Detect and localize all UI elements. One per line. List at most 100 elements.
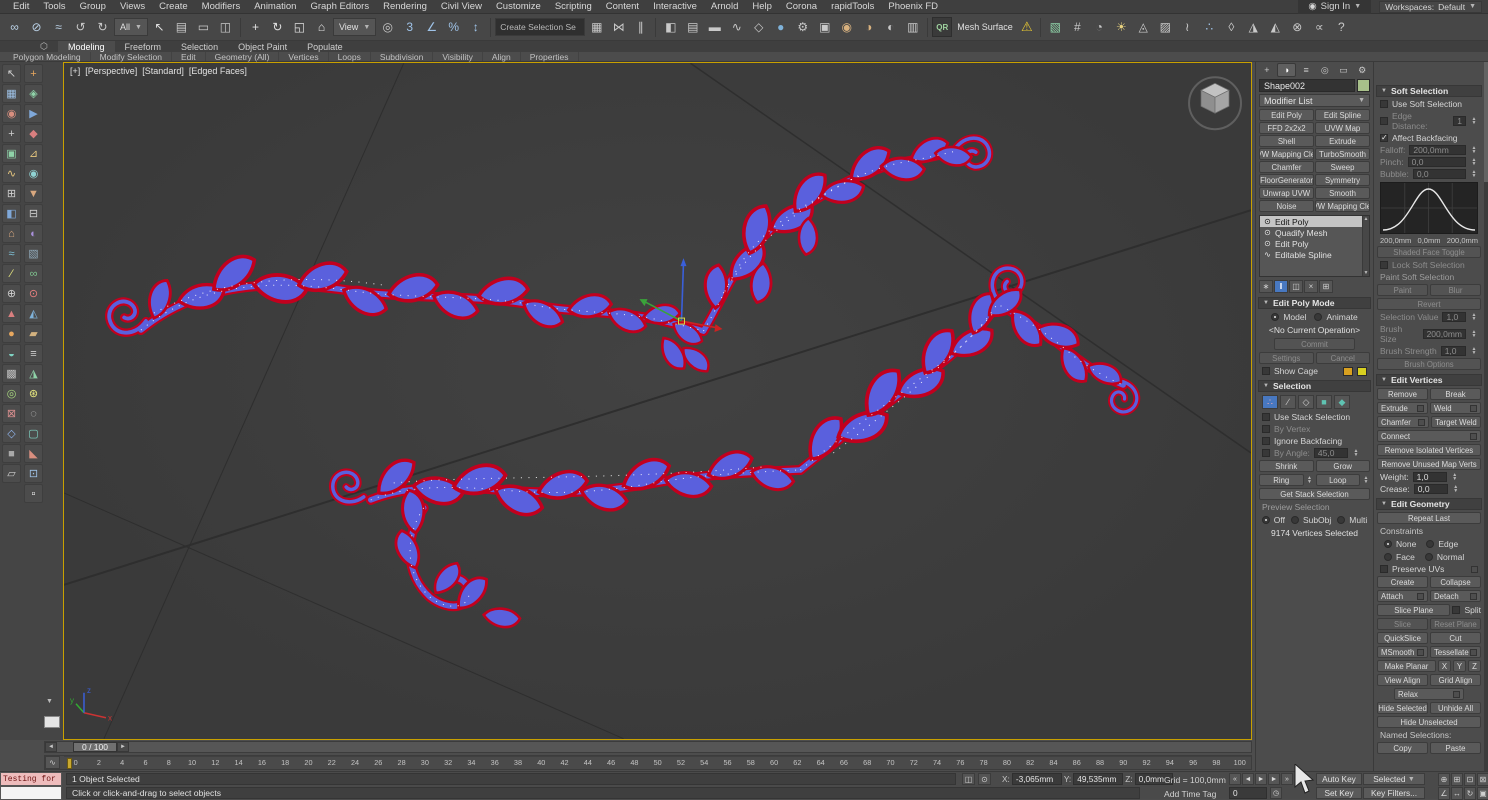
- sign-in-button[interactable]: ◉ Sign In ▼: [1298, 0, 1371, 14]
- hair-fur-icon[interactable]: ≀: [1177, 17, 1198, 38]
- maximize-viewport-icon[interactable]: ▣: [1477, 787, 1488, 800]
- blur-button[interactable]: Blur: [1430, 284, 1481, 296]
- cat-rig-icon[interactable]: ◮: [1243, 17, 1264, 38]
- schematic-view-icon[interactable]: ◇: [748, 17, 769, 38]
- modifier-preset-button[interactable]: TurboSmooth: [1315, 148, 1370, 160]
- selection-filter-dropdown[interactable]: All▼: [114, 18, 148, 36]
- left-toolbar-icon[interactable]: ◐: [24, 224, 43, 243]
- use-soft-selection-checkbox[interactable]: Use Soft Selection: [1374, 98, 1484, 110]
- select-and-scale-icon[interactable]: ◱: [289, 17, 310, 38]
- preview-off-radio[interactable]: Off: [1262, 514, 1285, 525]
- left-toolbar-icon[interactable]: ◈: [24, 84, 43, 103]
- ribbon-panel[interactable]: Edit: [172, 52, 206, 61]
- selection-lock-toggle-icon[interactable]: ⊙: [978, 773, 991, 785]
- sun-light-icon[interactable]: ☀: [1111, 17, 1132, 38]
- ribbon-panel[interactable]: Modify Selection: [91, 52, 172, 61]
- measure-tool-icon[interactable]: #: [1067, 17, 1088, 38]
- pan-icon[interactable]: ↔: [1451, 787, 1463, 800]
- ribbon-tab[interactable]: Selection: [171, 41, 228, 52]
- relax-button[interactable]: Relax: [1394, 688, 1464, 700]
- menu-item[interactable]: Tools: [36, 1, 72, 12]
- configure-modifier-sets-icon[interactable]: ⊞: [1319, 280, 1333, 293]
- settings-box-icon[interactable]: [1470, 433, 1477, 440]
- grid-align-button[interactable]: Grid Align: [1430, 674, 1481, 686]
- planar-x-button[interactable]: X: [1438, 660, 1451, 672]
- ribbon-panel[interactable]: Polygon Modeling: [4, 52, 91, 61]
- attach-button[interactable]: Attach: [1377, 590, 1428, 602]
- left-toolbar-icon[interactable]: ⊞: [2, 184, 21, 203]
- settings-box-icon[interactable]: [1470, 649, 1477, 656]
- key-filters-button[interactable]: Key Filters...: [1363, 787, 1425, 799]
- modifier-preset-button[interactable]: UVW Map: [1315, 122, 1370, 134]
- shaded-face-toggle-button[interactable]: Shaded Face Toggle: [1377, 246, 1481, 258]
- slice-button[interactable]: Slice: [1377, 618, 1428, 630]
- ribbon-panel[interactable]: Align: [483, 52, 521, 61]
- left-toolbar-icon[interactable]: ▦: [2, 84, 21, 103]
- by-angle-value[interactable]: 45,0: [1314, 448, 1348, 458]
- left-toolbar-icon[interactable]: ≡: [24, 344, 43, 363]
- chamfer-button[interactable]: Chamfer: [1377, 416, 1429, 428]
- make-planar-button[interactable]: Make Planar: [1377, 660, 1436, 672]
- planar-z-button[interactable]: Z: [1468, 660, 1481, 672]
- animate-radio[interactable]: Animate: [1314, 311, 1357, 322]
- material-editor-icon[interactable]: ●: [770, 17, 791, 38]
- left-toolbar-icon[interactable]: ◉: [24, 164, 43, 183]
- mirror-icon[interactable]: ⋈: [608, 17, 629, 38]
- brush-strength-field[interactable]: 1,0: [1441, 346, 1466, 356]
- cancel-button[interactable]: Cancel: [1316, 352, 1371, 364]
- menu-item[interactable]: Modifiers: [195, 1, 248, 12]
- menu-item[interactable]: Animation: [247, 1, 303, 12]
- pin-stack-icon[interactable]: ∗: [1259, 280, 1273, 293]
- falloff-value[interactable]: 200,0mm: [1409, 145, 1466, 155]
- rollout-edit-poly-mode[interactable]: ▼ Edit Poly Mode: [1258, 297, 1371, 309]
- quickslice-button[interactable]: QuickSlice: [1377, 632, 1428, 644]
- vertex-mode-icon[interactable]: ∴: [1262, 395, 1278, 409]
- left-toolbar-icon[interactable]: +: [24, 64, 43, 83]
- settings-box-icon[interactable]: [1418, 419, 1425, 426]
- left-toolbar-icon[interactable]: ⊟: [24, 204, 43, 223]
- left-toolbar-icon[interactable]: ▢: [24, 424, 43, 443]
- grow-button[interactable]: Grow: [1316, 460, 1371, 472]
- modifier-preset-button[interactable]: UVW Mapping Clear: [1259, 148, 1314, 160]
- menu-item[interactable]: Civil View: [434, 1, 489, 12]
- modifier-preset-button[interactable]: Smooth: [1315, 187, 1370, 199]
- rollout-selection[interactable]: ▼ Selection: [1258, 380, 1371, 392]
- bubble-spinner[interactable]: ▲▼: [1470, 170, 1478, 178]
- left-toolbar-icon[interactable]: ▰: [24, 324, 43, 343]
- qr-tools-button[interactable]: QR: [932, 17, 952, 37]
- percent-snap-icon[interactable]: %: [443, 17, 464, 38]
- model-radio[interactable]: Model: [1271, 311, 1306, 322]
- break-button[interactable]: Break: [1430, 388, 1481, 400]
- modifier-preset-button[interactable]: Symmetry: [1315, 174, 1370, 186]
- viewport[interactable]: [+] [Perspective] [Standard] [Edged Face…: [63, 62, 1252, 740]
- menu-item[interactable]: Phoenix FD: [881, 1, 945, 12]
- ignore-backfacing-checkbox[interactable]: Ignore Backfacing: [1256, 435, 1373, 447]
- left-toolbar-icon[interactable]: ◮: [24, 364, 43, 383]
- settings-button[interactable]: Settings: [1259, 352, 1314, 364]
- menu-item[interactable]: Create: [152, 1, 195, 12]
- current-frame-field[interactable]: 0: [1229, 787, 1267, 799]
- settings-box-icon[interactable]: [1470, 593, 1477, 600]
- modifier-preset-button[interactable]: Chamfer: [1259, 161, 1314, 173]
- go-to-end-button[interactable]: »: [1281, 773, 1293, 785]
- constraint-normal-radio[interactable]: Normal: [1425, 551, 1464, 562]
- go-to-start-button[interactable]: «: [1229, 773, 1241, 785]
- left-toolbar-icon[interactable]: ▼: [24, 184, 43, 203]
- maxscript-help-icon[interactable]: ?: [1331, 17, 1352, 38]
- constraint-none-radio[interactable]: None: [1384, 538, 1416, 549]
- tab-create[interactable]: +: [1258, 63, 1276, 77]
- select-by-name-icon[interactable]: ▤: [171, 17, 192, 38]
- orbit-icon[interactable]: ↻: [1464, 787, 1476, 800]
- preserve-uvs-checkbox[interactable]: Preserve UVs: [1374, 563, 1484, 575]
- zoom-icon[interactable]: ⊕: [1438, 773, 1450, 786]
- modifier-preset-button[interactable]: Sweep: [1315, 161, 1370, 173]
- modifier-preset-button[interactable]: Edit Poly: [1259, 109, 1314, 121]
- bubble-value[interactable]: 0,0: [1413, 169, 1466, 179]
- crease-spinner[interactable]: ▲▼: [1452, 485, 1460, 493]
- menu-item[interactable]: Graph Editors: [303, 1, 376, 12]
- ribbon-tab[interactable]: Object Paint: [228, 41, 297, 52]
- physics-sim-icon[interactable]: ◬: [1133, 17, 1154, 38]
- menu-item[interactable]: Edit: [6, 1, 36, 12]
- collapse-button[interactable]: Collapse: [1430, 576, 1481, 588]
- ornament-spline-object[interactable]: [105, 134, 1143, 630]
